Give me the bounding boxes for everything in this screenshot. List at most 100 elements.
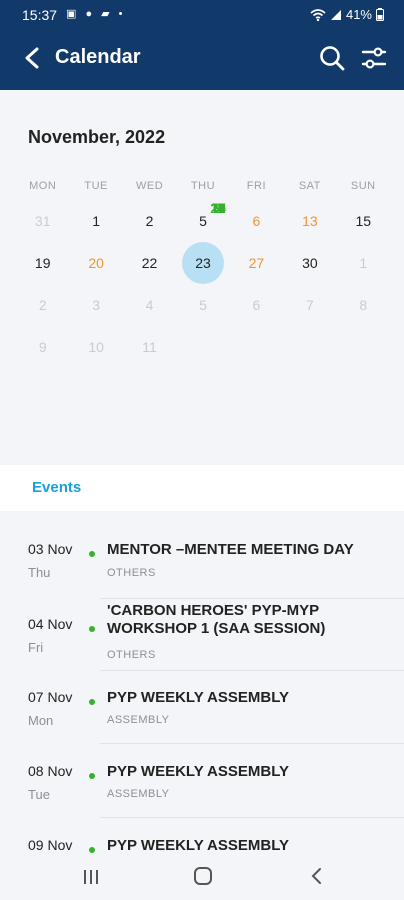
- day-number: 22: [141, 255, 158, 271]
- chevron-left-icon: [25, 47, 39, 69]
- day-cell[interactable]: 1: [337, 242, 390, 284]
- day-number: 23: [195, 255, 211, 271]
- day-number: 3: [92, 297, 101, 313]
- weekday-label: THU: [190, 180, 216, 192]
- search-button[interactable]: [318, 44, 346, 72]
- day-cell[interactable]: 22: [123, 242, 176, 284]
- event-weekday: Mon: [28, 713, 54, 728]
- tab-events[interactable]: Events: [0, 465, 404, 511]
- event-dot: [89, 551, 95, 557]
- weekday-label: FRI: [246, 180, 267, 192]
- day-number: 13: [302, 213, 318, 229]
- status-right: 41%: [310, 7, 384, 22]
- day-cell[interactable]: 8: [337, 284, 390, 326]
- day-cell[interactable]: 30: [283, 242, 336, 284]
- system-nav-bar: [0, 855, 404, 900]
- event-title: PYP WEEKLY ASSEMBLY: [107, 763, 290, 780]
- wifi-icon: [310, 8, 326, 21]
- signal-icon: [330, 9, 341, 20]
- event-dot: [89, 773, 95, 779]
- event-title: MENTOR –MENTEE MEETING DAY: [107, 541, 354, 558]
- weekday-label: MON: [29, 180, 57, 192]
- day-number: 10: [88, 339, 104, 355]
- event-date: 09 Nov: [28, 837, 73, 853]
- day-number: 1: [359, 255, 368, 271]
- day-cell[interactable]: 7: [283, 284, 336, 326]
- month-label: November, 2022: [28, 127, 166, 147]
- event-date: 03 Nov: [28, 541, 73, 557]
- event-category: OTHERS: [107, 567, 156, 579]
- day-number: 15: [355, 213, 372, 229]
- day-number: 7: [305, 297, 314, 313]
- battery-icon: [376, 8, 384, 21]
- day-number: 9: [38, 339, 47, 355]
- day-cell[interactable]: 6: [230, 284, 283, 326]
- month-calendar: November, 2022 MON TUE WED THU FRI SAT SUN 31 1…: [0, 90, 404, 465]
- day-number: 30: [302, 255, 318, 271]
- day-cell[interactable]: 11: [123, 326, 176, 368]
- day-number: 20: [88, 255, 104, 271]
- day-number: 5: [199, 213, 207, 229]
- event-category: OTHERS: [107, 649, 156, 661]
- day-cell[interactable]: 19: [16, 242, 69, 284]
- day-cell[interactable]: 3: [69, 284, 122, 326]
- day-number: 27: [248, 255, 265, 271]
- battery-percent: 41%: [345, 7, 372, 22]
- day-number: 6: [252, 213, 261, 229]
- event-category: ASSEMBLY: [107, 714, 170, 726]
- weekday-label: SAT: [298, 180, 321, 192]
- day-number: 2: [145, 213, 154, 229]
- day-number: 6: [252, 297, 261, 313]
- weekday-label: WED: [135, 180, 164, 192]
- filter-button[interactable]: [360, 44, 388, 72]
- day-number: 5: [199, 297, 207, 313]
- weekday-label: SUN: [350, 180, 376, 192]
- event-divider: [100, 670, 404, 671]
- event-weekday: Thu: [28, 565, 51, 580]
- day-cell[interactable]: 4: [123, 284, 176, 326]
- system-back-icon[interactable]: [308, 867, 326, 885]
- event-date: 07 Nov: [28, 689, 73, 705]
- back-button[interactable]: [18, 44, 46, 72]
- day-cell[interactable]: 9: [16, 326, 69, 368]
- event-title: 'CARBON HEROES' PYP-MYP WORKSHOP 1 (SAA …: [107, 602, 326, 637]
- weekday-header: MON TUE WED THU FRI SAT SUN: [16, 180, 390, 192]
- day-cell[interactable]: 2: [16, 284, 69, 326]
- day-cell[interactable]: 29: [16, 200, 404, 216]
- sliders-icon: [361, 47, 387, 69]
- event-date: 04 Nov: [28, 616, 73, 632]
- event-date: 08 Nov: [28, 763, 73, 779]
- tab-events-label: Events: [32, 479, 82, 496]
- day-cell[interactable]: 10: [69, 326, 122, 368]
- day-cell[interactable]: 27: [230, 242, 283, 284]
- day-number: 2: [38, 297, 47, 313]
- day-cell-today[interactable]: 23: [176, 242, 229, 284]
- day-number: 19: [34, 255, 51, 271]
- day-cell[interactable]: 5: [176, 284, 229, 326]
- event-title: PYP WEEKLY ASSEMBLY: [107, 689, 290, 706]
- weekday-label: TUE: [84, 180, 108, 192]
- event-divider: [100, 598, 404, 599]
- day-cell[interactable]: 20: [69, 242, 122, 284]
- event-dot: [89, 847, 95, 853]
- home-button[interactable]: [194, 867, 212, 885]
- status-time: 15:37: [22, 7, 58, 23]
- event-dot: [89, 699, 95, 705]
- app-header: 15:37 ▣ ● ▰ • 41% Calendar: [0, 0, 404, 90]
- day-number: 31: [34, 213, 51, 229]
- event-category: ASSEMBLY: [107, 788, 170, 800]
- day-number: 29: [210, 200, 226, 216]
- event-dot: [89, 626, 95, 632]
- event-list: 03 Nov Thu MENTOR –MENTEE MEETING DAY OTHER…: [0, 511, 404, 855]
- page-title: Calendar: [55, 46, 141, 68]
- recents-icon[interactable]: [82, 869, 100, 885]
- toolbar: Calendar: [0, 36, 404, 80]
- status-bar: 15:37 ▣ ● ▰ • 41%: [0, 0, 404, 32]
- day-number: 8: [359, 297, 368, 313]
- day-number: 1: [92, 213, 101, 229]
- event-divider: [100, 817, 404, 818]
- notification-icons: ▣ ● ▰ •: [66, 8, 126, 20]
- event-divider: [100, 743, 404, 744]
- day-grid: 31 1 2 3 4 5 6 7 8 9 10 11 12 13 14 15 16 17 18 19 20 21 22 23 2…: [16, 200, 390, 368]
- event-title: PYP WEEKLY ASSEMBLY: [107, 837, 290, 854]
